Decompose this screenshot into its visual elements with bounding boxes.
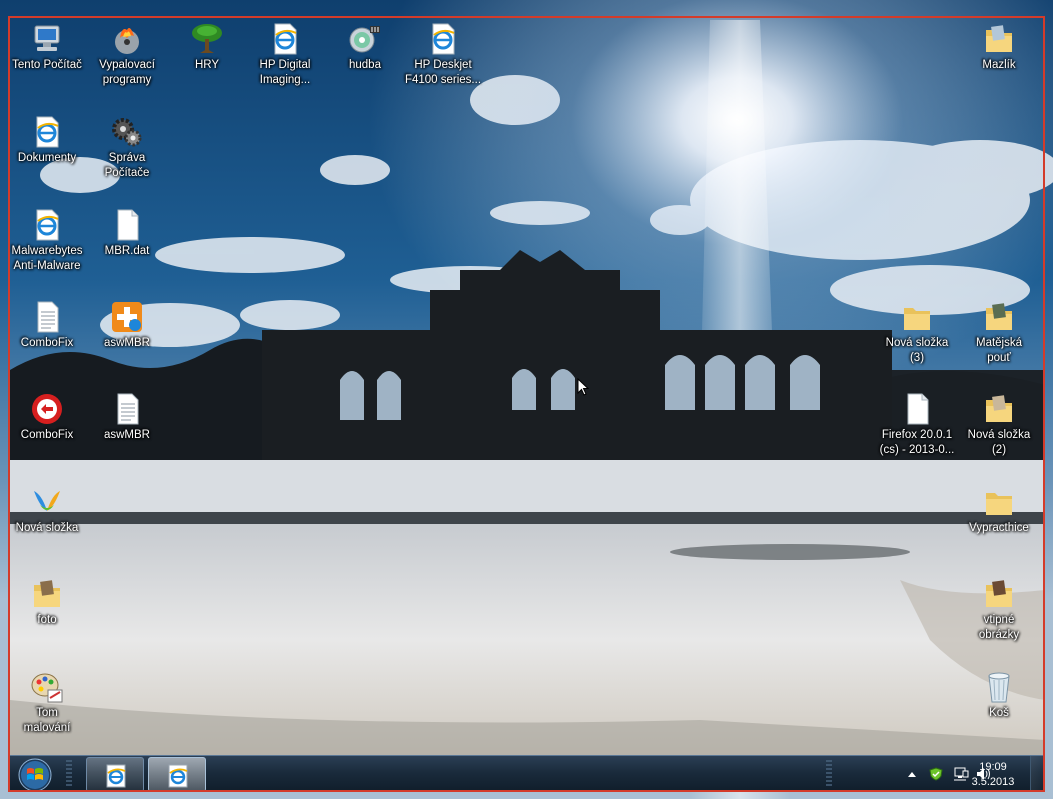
desktop-icon-aswmbr-txt[interactable]: aswMBR: [86, 392, 168, 443]
icon-label: MBR.dat: [104, 245, 150, 257]
taskbar-button-ie-1[interactable]: [86, 757, 144, 792]
taskbar-grip[interactable]: [66, 760, 72, 788]
folder-icon: [986, 303, 1012, 330]
icon-label: HP Digital Imaging...: [259, 59, 311, 86]
desktop-icon-aswmbr-exe[interactable]: aswMBR: [86, 300, 168, 351]
desktop-icon-firefox-installer[interactable]: Firefox 20.0.1 (cs) - 2013-0...: [876, 392, 958, 458]
icon-label: Firefox 20.0.1 (cs) - 2013-0...: [879, 429, 955, 456]
ie-shortcut-icon: [432, 23, 455, 55]
desktop-icon-nova-slozka-2[interactable]: Nová složka (2): [958, 392, 1040, 458]
windows-orb-icon[interactable]: [16, 757, 54, 793]
desktop-icon-vtipne-obrazky[interactable]: vtipné obrázky: [958, 577, 1040, 643]
icon-label: Nová složka: [15, 522, 79, 534]
taskbar: 19:09 3.5.2013: [10, 755, 1045, 792]
icon-label: Nová složka (2): [967, 429, 1031, 456]
clock-time[interactable]: 19:09: [963, 761, 1023, 773]
tree-icon: [192, 24, 222, 53]
icon-label: Malwarebytes Anti-Malware: [11, 245, 83, 272]
icon-label: Matějská pouť: [975, 337, 1023, 364]
folder-icon: [34, 580, 60, 607]
text-file-icon: [117, 393, 139, 425]
icon-label: Tom malování: [23, 707, 71, 734]
music-cd-icon: [349, 26, 380, 53]
text-file-icon: [37, 301, 59, 333]
desktop-icon-malwarebytes[interactable]: Malwarebytes Anti-Malware: [6, 208, 88, 274]
icon-label: HRY: [194, 59, 220, 71]
desktop-icon-tento-pocitac[interactable]: Tento Počítač: [6, 22, 88, 73]
show-hidden-icons-icon[interactable]: [907, 770, 917, 778]
folder-icon: [986, 580, 1012, 607]
icon-label: ComboFix: [20, 429, 74, 441]
gears-icon: [112, 118, 142, 147]
show-desktop-button[interactable]: [1030, 756, 1045, 792]
desktop-icon-kos[interactable]: Koš: [958, 670, 1040, 721]
desktop-icon-vypracheno[interactable]: Vypracthice: [958, 485, 1040, 536]
desktop-icon-sprava-pocitace[interactable]: Správa Počítače: [86, 115, 168, 181]
avast-icon: [112, 302, 142, 332]
desktop-icon-hp-deskjet[interactable]: HP Deskjet F4100 series...: [402, 22, 484, 88]
desktop-icon-combofix-txt[interactable]: ComboFix: [6, 300, 88, 351]
desktop-icon-vypalovaci-programy[interactable]: Vypalovací programy: [86, 22, 168, 88]
icon-label: aswMBR: [103, 337, 150, 349]
icon-label: hudba: [349, 59, 381, 71]
folder-icon: [904, 308, 930, 330]
computer-icon: [34, 25, 60, 51]
icon-label: Správa Počítače: [104, 152, 150, 179]
icon-label: foto: [37, 614, 57, 626]
desktop-icon-tom-malovani[interactable]: Tom malování: [6, 670, 88, 736]
desktop-icon-dokumenty[interactable]: Dokumenty: [6, 115, 88, 166]
icon-label: HP Deskjet F4100 series...: [404, 59, 482, 86]
desktop-icon-nova-slozka-3[interactable]: Nová složka (3): [876, 300, 958, 366]
internet-explorer-icon: [168, 764, 188, 788]
desktop-icon-foto[interactable]: foto: [6, 577, 88, 628]
blank-file-icon: [907, 393, 929, 425]
folder-icon: [986, 493, 1012, 515]
folder-icon: [986, 395, 1012, 422]
icon-label: Dokumenty: [17, 152, 77, 164]
paint-icon: [31, 673, 63, 703]
desktop-icon-hudba[interactable]: hudba: [324, 22, 406, 73]
icon-label: Tento Počítač: [12, 59, 82, 71]
security-shield-icon[interactable]: [929, 767, 943, 781]
icon-label: Vypracthice: [969, 522, 1029, 534]
icon-label: vtipné obrázky: [978, 614, 1020, 641]
desktop-icon-mazlik[interactable]: Mazlík: [958, 22, 1040, 73]
desktop-icon-hry[interactable]: HRY: [166, 22, 248, 73]
desktop-icon-hp-digital-imaging[interactable]: HP Digital Imaging...: [244, 22, 326, 88]
burning-disc-icon: [115, 28, 139, 54]
ie-shortcut-icon: [274, 23, 297, 55]
desktop-icon-matejska-pout[interactable]: Matějská pouť: [958, 300, 1040, 366]
folder-icon: [986, 25, 1012, 52]
ie-shortcut-icon: [36, 209, 59, 241]
recycle-bin-icon: [988, 672, 1010, 703]
desktop-icon-mbr-dat[interactable]: MBR.dat: [86, 208, 168, 259]
system-tray: 19:09 3.5.2013: [845, 756, 1045, 792]
mouse-cursor-icon: [577, 378, 589, 396]
messenger-icon: [34, 491, 60, 511]
desktop-icon-combofix-exe[interactable]: ComboFix: [6, 392, 88, 443]
clock-date[interactable]: 3.5.2013: [963, 776, 1023, 788]
icon-label: Nová složka (3): [885, 337, 949, 364]
icon-label: Koš: [989, 707, 1009, 719]
internet-explorer-icon: [106, 764, 126, 788]
ie-shortcut-icon: [36, 116, 59, 148]
icon-label: Vypalovací programy: [99, 59, 155, 86]
combofix-icon: [32, 394, 62, 424]
blank-file-icon: [117, 209, 139, 241]
tray-grip[interactable]: [826, 760, 832, 788]
desktop-icon-nova-slozka[interactable]: Nová složka: [6, 485, 88, 536]
icon-label: ComboFix: [20, 337, 74, 349]
icon-label: aswMBR: [103, 429, 150, 441]
icon-label: Mazlík: [982, 59, 1016, 71]
taskbar-button-ie-2[interactable]: [148, 757, 206, 792]
desktop-screen: Tento Počítač Vypalovací programy HRY HP…: [0, 0, 1053, 799]
